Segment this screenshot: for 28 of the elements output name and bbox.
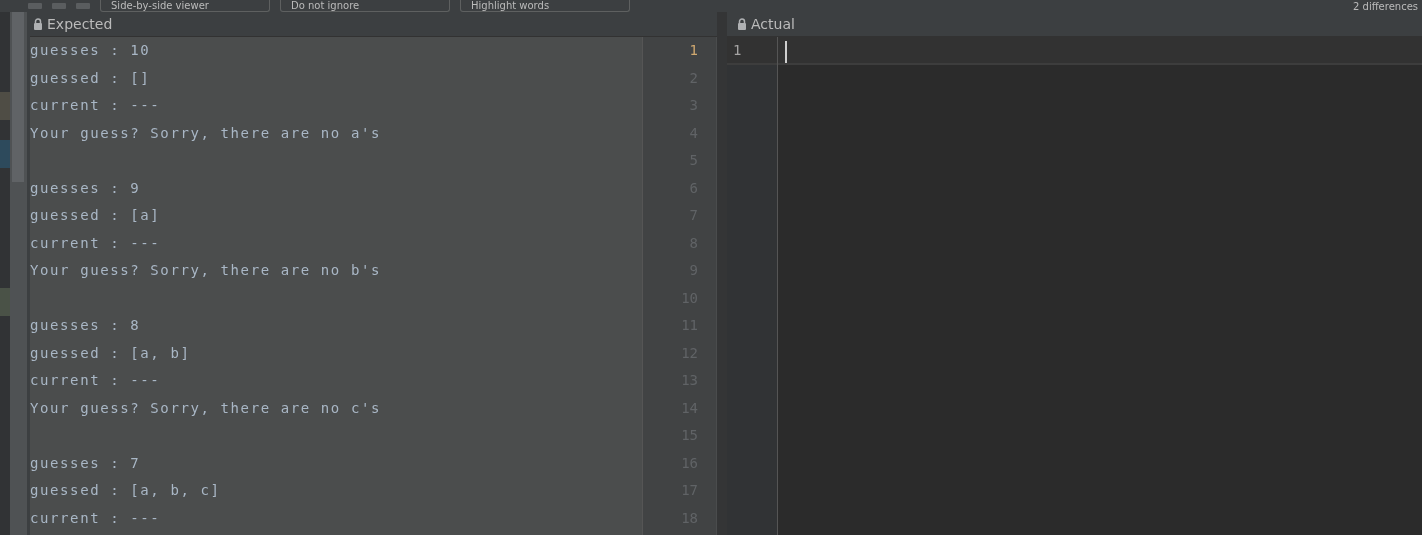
dropdown[interactable]: Side-by-side viewer: [100, 0, 270, 12]
code-line: current : ---: [30, 509, 161, 526]
code-line: guesses : 8: [30, 317, 141, 333]
code-line: current : ---: [30, 234, 161, 251]
code-line: current : ---: [30, 372, 161, 388]
pane-title: Actual: [751, 16, 795, 32]
code-line: Your guess? Sorry, there are no b's: [30, 262, 381, 278]
lock-icon: [33, 18, 43, 30]
code-line: guesses : 9: [30, 179, 141, 196]
scrollbar[interactable]: [10, 12, 30, 535]
code-line: current : ---: [30, 97, 161, 113]
lock-icon: [737, 18, 747, 30]
dropdown[interactable]: Highlight words: [460, 0, 630, 12]
code-line: guessed : [a, b, c]: [30, 482, 221, 498]
line-number: 1: [733, 42, 742, 58]
line-number: 1: [689, 42, 698, 58]
code-line: guessed : [a, b]: [30, 344, 191, 361]
dropdown[interactable]: Do not ignore: [280, 0, 450, 12]
code-line: guessed : [a]: [30, 207, 161, 223]
code-line: guessed : []: [30, 69, 151, 86]
code-line: guesses : 7: [30, 454, 141, 471]
code-line: guesses : 10: [30, 42, 151, 58]
pane-title: Expected: [47, 16, 113, 32]
text-cursor: [785, 40, 787, 63]
differences-count: 2 differences: [1353, 0, 1419, 12]
splitter[interactable]: [717, 12, 727, 535]
code-line: Your guess? Sorry, there are no c's: [30, 399, 381, 416]
code-line: Your guess? Sorry, there are no a's: [30, 124, 381, 141]
